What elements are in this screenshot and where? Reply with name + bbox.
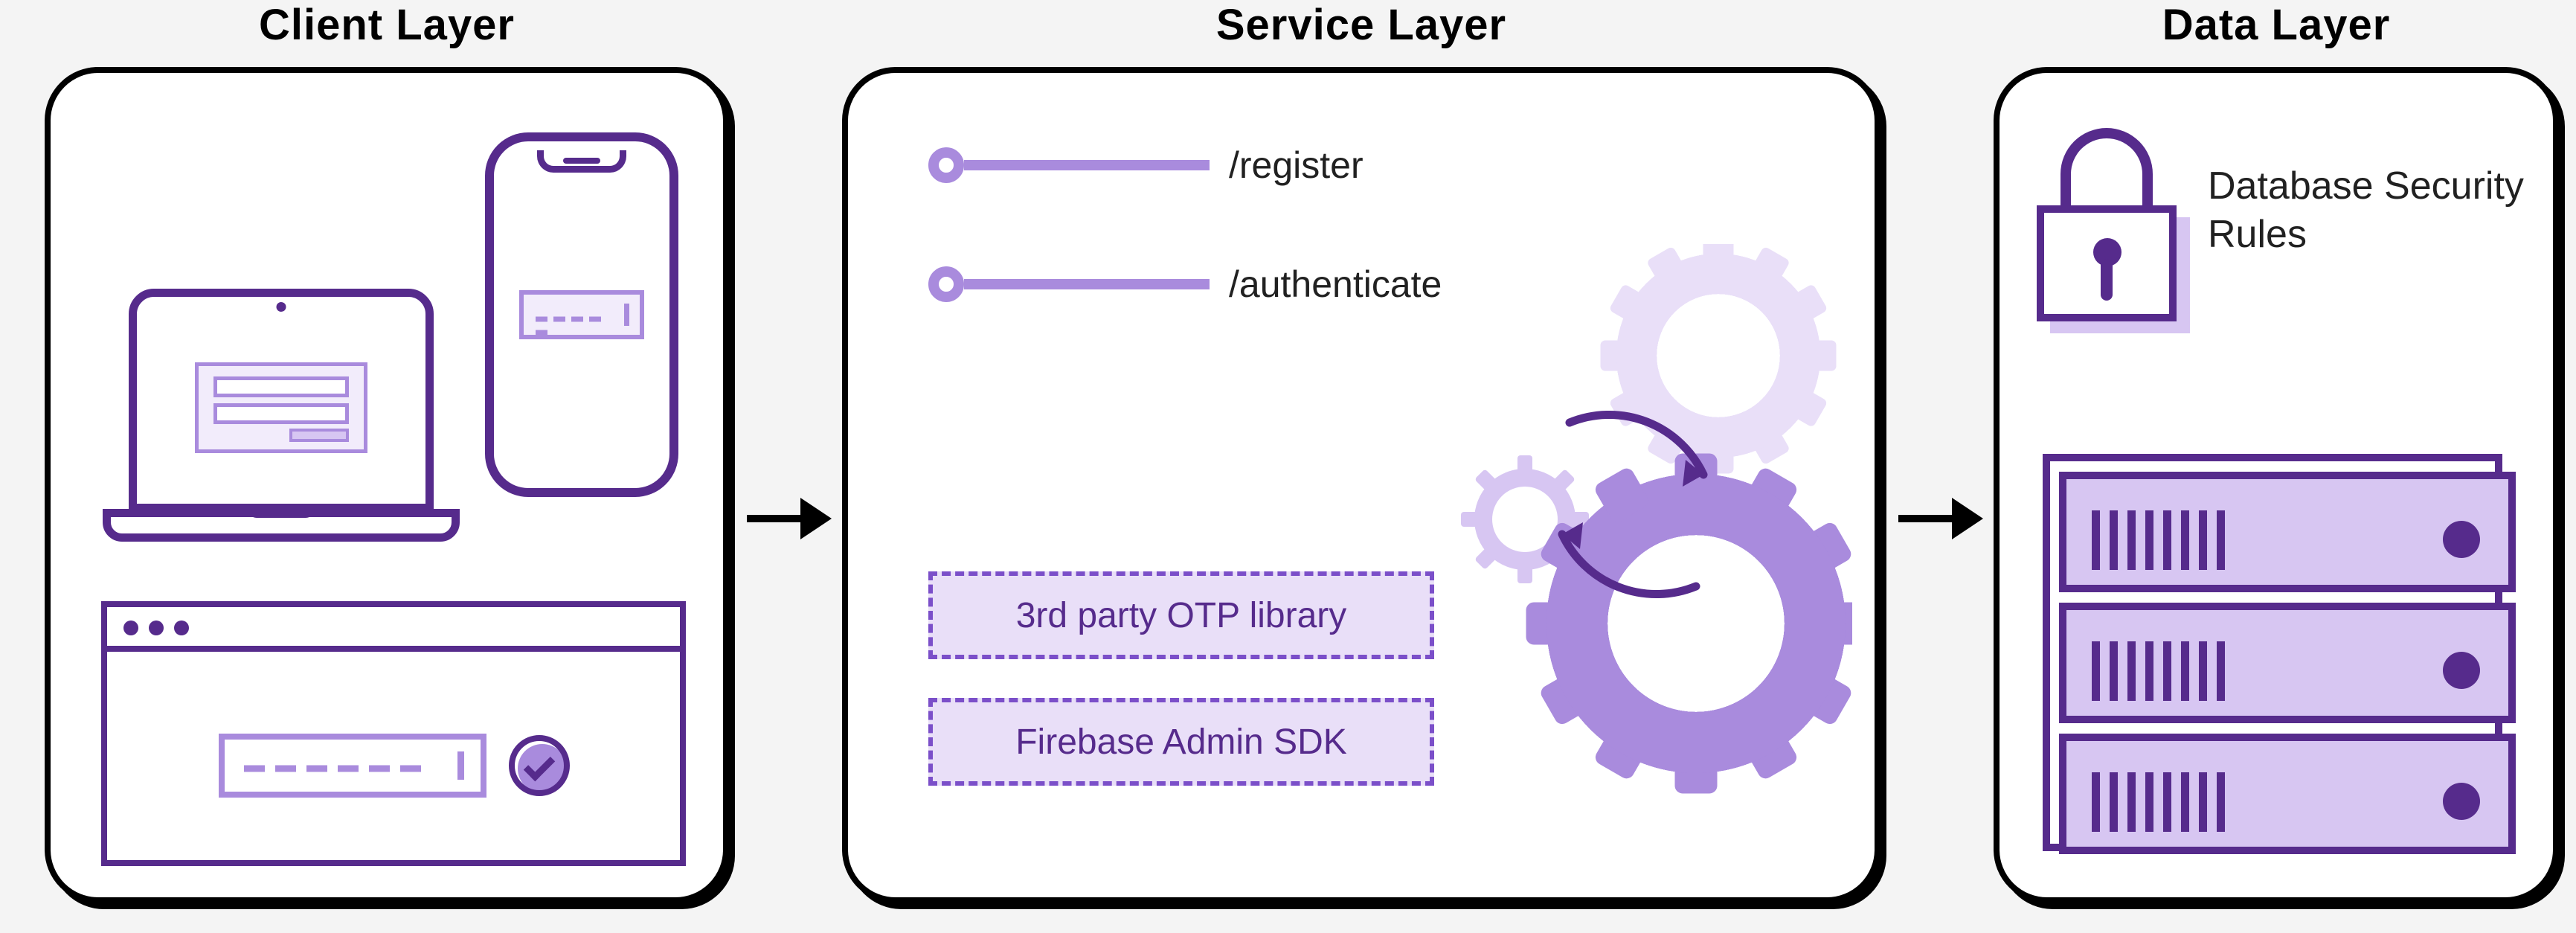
card-surface: /register /authenticate 3rd party OTP li…	[842, 67, 1880, 903]
server-unit-icon	[2059, 472, 2516, 592]
server-unit-icon	[2059, 603, 2516, 723]
title-client: Client Layer	[45, 0, 729, 52]
client-layer-card	[45, 67, 729, 903]
laptop-icon	[103, 289, 460, 557]
security-rules-label: Database Security Rules	[2208, 162, 2550, 259]
title-data: Data Layer	[1994, 0, 2559, 52]
endpoint-register: /register	[928, 147, 1364, 183]
endpoint-authenticate: /authenticate	[928, 266, 1442, 302]
firebase-admin-box: Firebase Admin SDK	[928, 698, 1434, 786]
gears-icon	[1436, 244, 1852, 795]
service-layer-card: /register /authenticate 3rd party OTP li…	[842, 67, 1880, 903]
browser-icon	[101, 601, 686, 866]
card-surface	[45, 67, 729, 903]
data-layer-card: Database Security Rules	[1994, 67, 2559, 903]
phone-icon	[485, 132, 678, 497]
lock-icon	[2037, 128, 2193, 321]
firebase-admin-label: Firebase Admin SDK	[1015, 722, 1347, 763]
arrow-client-to-service	[747, 513, 830, 524]
arrow-service-to-data	[1898, 513, 1982, 524]
endpoint-register-label: /register	[1229, 144, 1364, 187]
endpoint-authenticate-label: /authenticate	[1229, 263, 1442, 306]
endpoint-node-icon	[928, 266, 964, 302]
login-form-icon	[195, 362, 367, 453]
server-stack-icon	[2059, 472, 2516, 866]
browser-otp-field-icon	[219, 734, 486, 798]
otp-library-box: 3rd party OTP library	[928, 571, 1434, 659]
card-surface: Database Security Rules	[1994, 67, 2559, 903]
title-service: Service Layer	[842, 0, 1880, 52]
otp-library-label: 3rd party OTP library	[1016, 595, 1347, 636]
architecture-diagram: Client Layer Service Layer Data Layer	[0, 0, 2576, 933]
server-unit-icon	[2059, 734, 2516, 854]
phone-otp-field-icon	[519, 290, 644, 339]
check-circle-icon	[509, 735, 570, 796]
endpoint-node-icon	[928, 147, 964, 183]
